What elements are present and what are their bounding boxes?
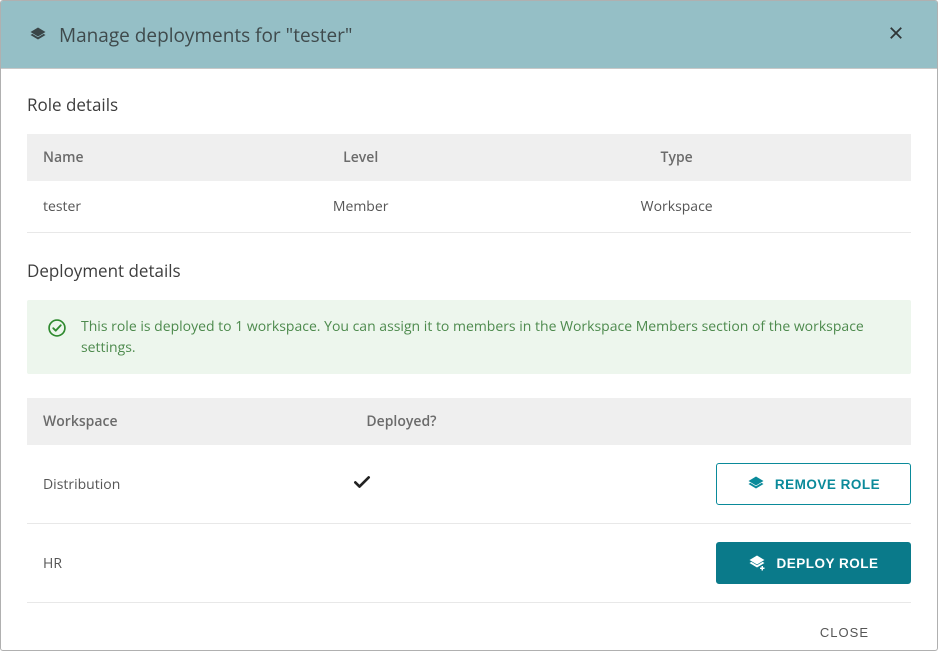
col-name: Name xyxy=(27,134,235,181)
cell-deployed xyxy=(336,445,557,524)
deployment-table: Workspace Deployed? Distribution xyxy=(27,398,911,603)
role-details-table: Name Level Type tester Member Workspace xyxy=(27,134,911,233)
role-details-title: Role details xyxy=(27,93,911,116)
checkmark-icon xyxy=(352,472,372,497)
check-circle-icon xyxy=(47,318,67,343)
col-workspace: Workspace xyxy=(27,398,336,445)
col-deployed: Deployed? xyxy=(336,398,557,445)
col-type: Type xyxy=(486,134,911,181)
modal-title: Manage deployments for "tester" xyxy=(59,22,352,48)
remove-role-button[interactable]: Remove Role xyxy=(716,463,911,505)
cell-workspace: HR xyxy=(27,524,336,603)
close-button[interactable]: CLOSE xyxy=(816,617,873,648)
modal-footer: CLOSE xyxy=(27,603,911,650)
cell-deployed xyxy=(336,524,557,603)
manage-deployments-modal: Manage deployments for "tester" Role det… xyxy=(0,0,938,651)
deployment-info-banner: This role is deployed to 1 workspace. Yo… xyxy=(27,300,911,374)
cell-workspace: Distribution xyxy=(27,445,336,524)
button-label: Remove Role xyxy=(775,477,880,492)
modal-body: Role details Name Level Type tester Memb… xyxy=(1,69,937,650)
layers-add-icon xyxy=(748,554,766,572)
cell-level: Member xyxy=(235,181,486,233)
cell-name: tester xyxy=(27,181,235,233)
table-row: HR Deploy Role xyxy=(27,524,911,603)
layers-remove-icon xyxy=(747,475,765,493)
modal-header: Manage deployments for "tester" xyxy=(1,1,937,69)
cell-type: Workspace xyxy=(486,181,911,233)
close-icon[interactable] xyxy=(879,18,913,52)
button-label: Deploy Role xyxy=(776,556,878,571)
banner-message: This role is deployed to 1 workspace. Yo… xyxy=(81,316,891,358)
deploy-role-button[interactable]: Deploy Role xyxy=(716,542,911,584)
deployment-details-title: Deployment details xyxy=(27,259,911,282)
col-level: Level xyxy=(235,134,486,181)
layers-icon xyxy=(29,26,47,44)
modal-title-wrap: Manage deployments for "tester" xyxy=(29,22,352,48)
table-row: Distribution Remove Role xyxy=(27,445,911,524)
table-row: tester Member Workspace xyxy=(27,181,911,233)
